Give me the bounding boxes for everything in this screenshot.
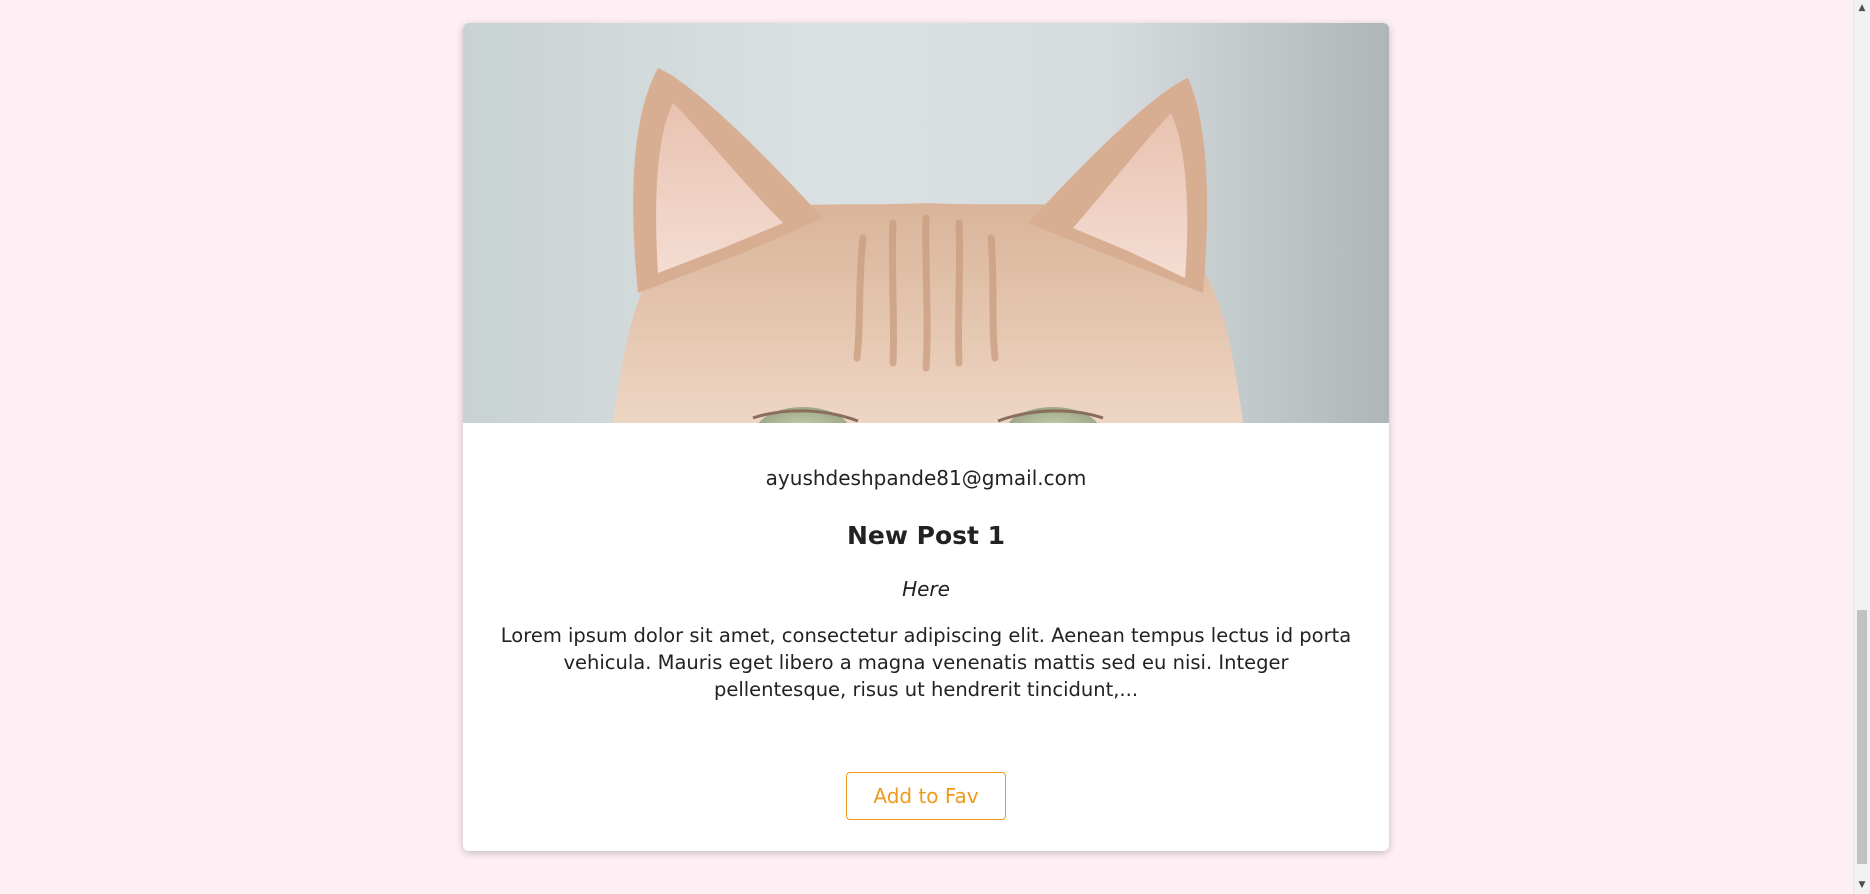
vertical-scrollbar[interactable]: ▲ ▼ <box>1853 0 1870 894</box>
scrollbar-thumb[interactable] <box>1857 610 1867 864</box>
post-card: ayushdeshpande81@gmail.com New Post 1 He… <box>463 23 1389 851</box>
post-excerpt: Lorem ipsum dolor sit amet, consectetur … <box>500 624 1352 701</box>
post-body: ayushdeshpande81@gmail.com New Post 1 He… <box>463 465 1389 703</box>
add-to-fav-button[interactable]: Add to Fav <box>846 772 1006 820</box>
post-image <box>463 23 1389 423</box>
cat-photo-icon <box>613 68 1243 423</box>
author-email: ayushdeshpande81@gmail.com <box>765 466 1087 490</box>
scroll-down-arrow-icon[interactable]: ▼ <box>1854 877 1870 894</box>
post-title: New Post 1 <box>846 521 1006 550</box>
scroll-up-arrow-icon[interactable]: ▲ <box>1854 0 1870 17</box>
page: ayushdeshpande81@gmail.com New Post 1 He… <box>0 0 1870 894</box>
post-subtitle: Here <box>902 577 950 601</box>
